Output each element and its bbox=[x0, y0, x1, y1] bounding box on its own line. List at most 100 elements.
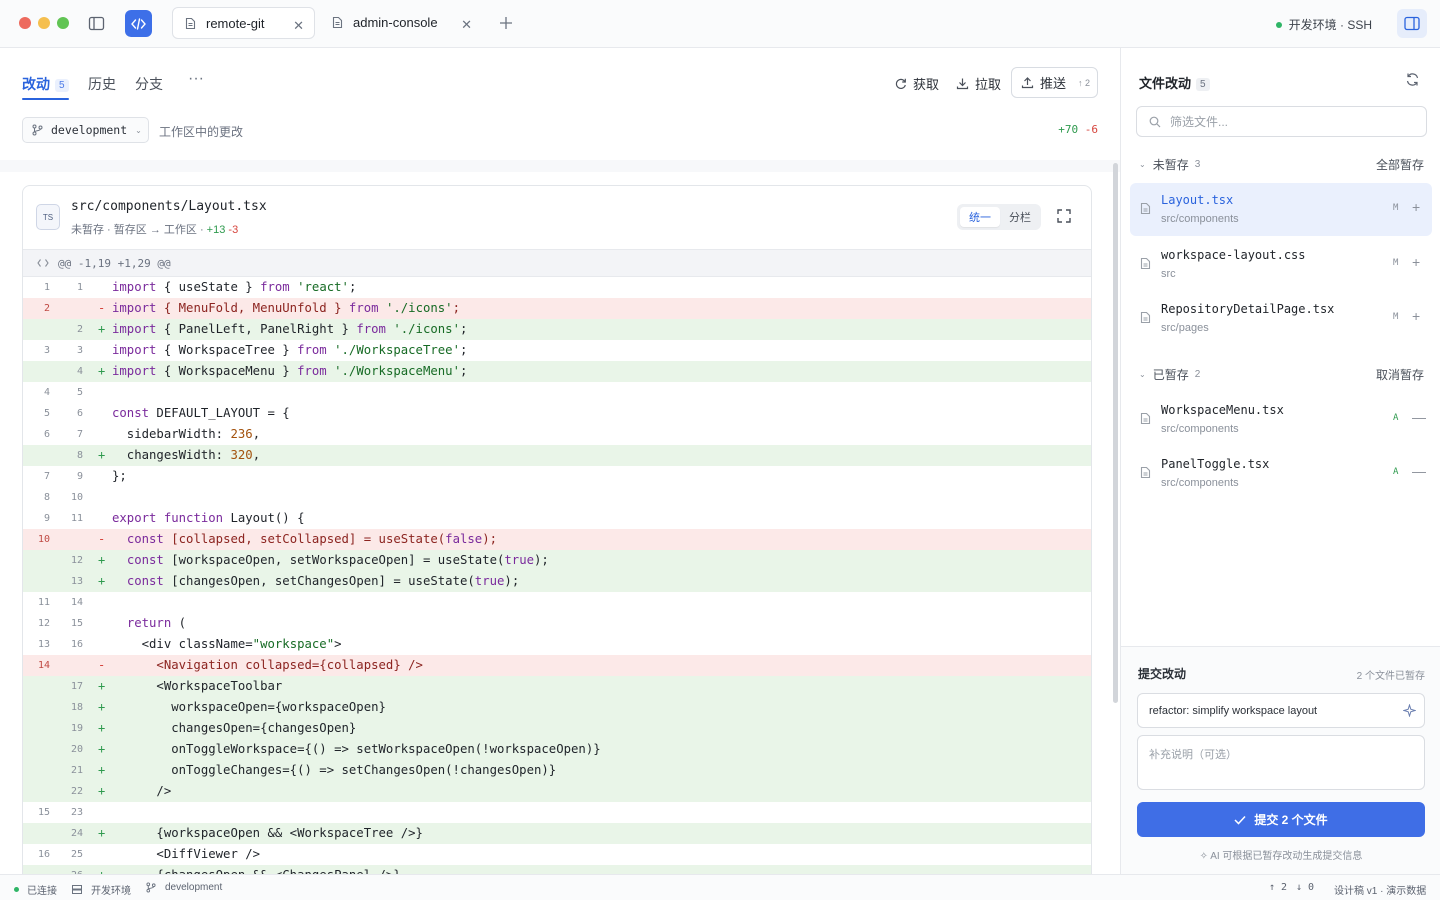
hunk-header: @@ -1,19 +1,29 @@ bbox=[23, 250, 1091, 277]
group-label: 未暂存 bbox=[1152, 158, 1189, 172]
push-button[interactable]: 推送 ↑ 2 bbox=[1011, 67, 1098, 98]
close-window-button[interactable] bbox=[19, 17, 31, 29]
code-line: }; bbox=[112, 469, 127, 483]
staged-group-header[interactable]: ⌄ 已暂存 2 bbox=[1139, 366, 1200, 383]
tab-changes[interactable]: 改动 5 bbox=[22, 74, 69, 94]
new-line-number: 19 bbox=[70, 723, 83, 734]
tab-label: 改动 bbox=[22, 76, 50, 92]
search-icon bbox=[1149, 116, 1161, 127]
minimize-window-button[interactable] bbox=[38, 17, 50, 29]
unstage-all-button[interactable]: 取消暂存 bbox=[1376, 366, 1424, 383]
typescript-file-icon: TS bbox=[36, 204, 60, 230]
commit-button-label: 提交 2 个文件 bbox=[1254, 813, 1328, 827]
split-view-button[interactable]: 分栏 bbox=[1002, 207, 1038, 227]
old-line-number: 12 bbox=[37, 618, 50, 629]
refresh-icon[interactable] bbox=[1405, 72, 1420, 87]
group-label: 已暂存 bbox=[1152, 368, 1189, 382]
diff-line-context: 9 11 export function Layout() { bbox=[23, 508, 1091, 529]
fetch-button[interactable]: 获取 bbox=[894, 74, 939, 93]
close-tab-icon[interactable]: ✕ bbox=[293, 18, 304, 34]
stage-file-plus-icon[interactable]: + bbox=[1412, 308, 1420, 324]
commit-button[interactable]: 提交 2 个文件 bbox=[1137, 802, 1425, 837]
unstaged-group-header[interactable]: ⌄ 未暂存 3 bbox=[1139, 156, 1200, 173]
file-dir: src/components bbox=[1161, 477, 1239, 489]
document-icon bbox=[332, 16, 343, 29]
new-tab-icon[interactable] bbox=[498, 15, 514, 31]
stage-file-plus-icon[interactable]: + bbox=[1412, 199, 1420, 215]
divider bbox=[0, 160, 1120, 172]
diff-marker: - bbox=[98, 532, 106, 546]
new-line-number: 25 bbox=[70, 849, 83, 860]
maximize-window-button[interactable] bbox=[57, 17, 69, 29]
diff-line-context: 12 15 return ( bbox=[23, 613, 1091, 634]
more-icon[interactable]: ··· bbox=[188, 70, 204, 88]
diff-marker: - bbox=[98, 658, 106, 672]
diff-scrollbar[interactable] bbox=[1113, 163, 1118, 703]
old-line-number: 14 bbox=[37, 660, 50, 671]
active-tab-underline bbox=[22, 98, 69, 100]
code-line: const [workspaceOpen, setWorkspaceOpen] … bbox=[126, 553, 549, 567]
file-meta: 未暂存 · 暂存区 → 工作区 · +13 -3 bbox=[71, 221, 238, 237]
diff-marker: + bbox=[98, 742, 106, 756]
commits-ahead: ↑ 2 bbox=[1269, 882, 1288, 893]
code-line: {workspaceOpen && <WorkspaceTree />} bbox=[112, 826, 423, 840]
stage-file-plus-icon[interactable]: + bbox=[1412, 254, 1420, 270]
file-stage-info: 未暂存 · 暂存区 → 工作区 · bbox=[71, 224, 204, 236]
ai-sparkle-icon[interactable] bbox=[1403, 704, 1416, 717]
tab-branches[interactable]: 分支 bbox=[135, 74, 163, 94]
diff-line-added: 17 + <WorkspaceToolbar bbox=[23, 676, 1091, 697]
deletions-count: -6 bbox=[1084, 123, 1098, 136]
file-item-workspace-layout[interactable]: workspace-layout.css src M + bbox=[1130, 238, 1432, 291]
sidebar-toggle-icon[interactable] bbox=[88, 15, 105, 32]
new-line-number: 15 bbox=[70, 618, 83, 629]
diff-line-added: 4 + import { WorkspaceMenu } from './Works… bbox=[23, 361, 1091, 382]
right-panel-toggle-button[interactable] bbox=[1397, 9, 1427, 38]
description-placeholder: 补充说明（可选） bbox=[1149, 749, 1237, 761]
chevron-down-icon: ⌄ bbox=[135, 125, 142, 135]
file-item-panel-toggle[interactable]: PanelToggle.tsx src/components A — bbox=[1130, 447, 1432, 500]
chevron-down-icon: ⌄ bbox=[1139, 370, 1146, 379]
diff-line-added: 18 + workspaceOpen={workspaceOpen} bbox=[23, 697, 1091, 718]
commit-description-input[interactable]: 补充说明（可选） bbox=[1137, 735, 1425, 790]
new-line-number: 12 bbox=[70, 555, 83, 566]
file-item-workspace-menu[interactable]: WorkspaceMenu.tsx src/components A — bbox=[1130, 393, 1432, 446]
diff-lines: 1 1 import { useState } from 'react'; 2- imp… bbox=[23, 277, 1091, 884]
code-line: import { WorkspaceMenu } from './Workspa… bbox=[112, 364, 468, 378]
branch-status[interactable]: development bbox=[146, 882, 222, 893]
tab-history[interactable]: 历史 bbox=[88, 74, 116, 94]
code-icon bbox=[37, 259, 49, 267]
diff-marker: + bbox=[98, 784, 106, 798]
unstage-file-minus-icon[interactable]: — bbox=[1412, 463, 1426, 479]
commit-title: 提交改动 bbox=[1138, 667, 1187, 681]
new-line-number: 4 bbox=[76, 366, 83, 377]
server-icon bbox=[72, 885, 82, 894]
filter-files-input[interactable]: 筛选文件... bbox=[1136, 106, 1427, 137]
old-line-number: 15 bbox=[37, 807, 50, 818]
diff-line-context: 8 10 bbox=[23, 487, 1091, 508]
commit-message-input[interactable]: refactor: simplify workspace layout bbox=[1137, 693, 1425, 728]
new-line-number: 1 bbox=[76, 282, 83, 293]
file-deletions: -3 bbox=[228, 224, 239, 236]
unstage-file-minus-icon[interactable]: — bbox=[1412, 409, 1426, 425]
code-app-icon[interactable] bbox=[125, 10, 152, 37]
file-dir: src/components bbox=[1161, 423, 1239, 435]
tab-remote-git[interactable]: remote-git ✕ bbox=[172, 7, 315, 39]
diff-file-header: TS src/components/Layout.tsx 未暂存 · 暂存区 →… bbox=[23, 186, 1091, 250]
diff-marker: + bbox=[98, 574, 106, 588]
stage-all-button[interactable]: 全部暂存 bbox=[1376, 156, 1424, 173]
tab-admin-console[interactable]: admin-console ✕ bbox=[320, 7, 482, 39]
file-item-repository-detail-page[interactable]: RepositoryDetailPage.tsx src/pages M + bbox=[1130, 292, 1432, 345]
fullscreen-icon[interactable] bbox=[1056, 208, 1072, 224]
code-line: onToggleWorkspace={() => setWorkspaceOpe… bbox=[112, 742, 601, 756]
diff-line-context: 16 25 <DiffViewer /> bbox=[23, 844, 1091, 865]
branch-selector[interactable]: development ⌄ bbox=[22, 117, 149, 143]
file-icon bbox=[1140, 311, 1151, 324]
close-tab-icon[interactable]: ✕ bbox=[461, 17, 472, 33]
pull-button[interactable]: 拉取 bbox=[956, 74, 1001, 93]
old-line-number: 3 bbox=[43, 345, 50, 356]
old-line-number: 11 bbox=[37, 597, 50, 608]
unified-view-button[interactable]: 统一 bbox=[960, 207, 1000, 227]
file-item-layout[interactable]: Layout.tsx src/components M + bbox=[1130, 183, 1432, 236]
worktree-label: 工作区中的更改 bbox=[159, 125, 244, 139]
fetch-label: 获取 bbox=[913, 77, 940, 92]
